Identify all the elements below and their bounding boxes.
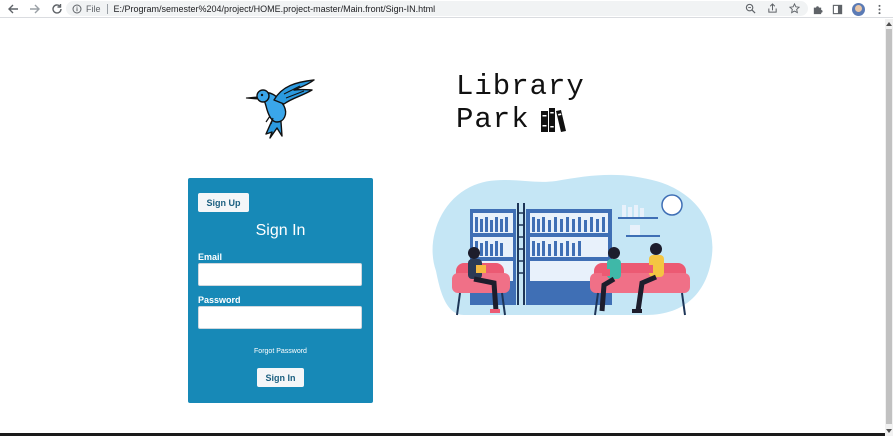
- browser-toolbar: File E:/Program/semester%204/project/HOM…: [0, 0, 893, 18]
- email-field[interactable]: [198, 263, 362, 286]
- vertical-scrollbar[interactable]: [885, 19, 893, 436]
- password-field[interactable]: [198, 306, 362, 329]
- back-button[interactable]: [2, 0, 24, 18]
- brand-line-2: Park: [456, 103, 530, 136]
- signin-title: Sign In: [255, 222, 306, 239]
- library-reading-illustration: [432, 174, 713, 316]
- forgot-password-link[interactable]: Forgot Password: [188, 348, 373, 355]
- reload-icon: [52, 3, 62, 14]
- share-icon[interactable]: [767, 3, 778, 14]
- signin-card: Sign Up Sign In Email Password Forgot Pa…: [188, 178, 373, 403]
- extensions-icon[interactable]: [812, 4, 823, 15]
- email-label: Email: [198, 252, 223, 262]
- scroll-thumb[interactable]: [886, 29, 892, 424]
- star-icon[interactable]: [789, 3, 800, 14]
- url-text[interactable]: E:/Program/semester%204/project/HOME.pro…: [114, 4, 436, 14]
- forward-arrow-icon: [30, 4, 40, 13]
- divider: [106, 3, 108, 14]
- menu-dots-icon[interactable]: [874, 4, 885, 15]
- books-icon: [540, 107, 566, 132]
- info-icon[interactable]: [72, 4, 82, 14]
- url-scheme-label: File: [86, 3, 101, 14]
- scroll-down-arrow-icon[interactable]: [886, 428, 892, 434]
- password-label: Password: [198, 295, 241, 305]
- brand-line-1: Library: [456, 70, 585, 103]
- scroll-up-arrow-icon[interactable]: [886, 21, 892, 27]
- back-arrow-icon: [8, 4, 18, 13]
- signup-button[interactable]: Sign Up: [198, 193, 249, 212]
- signin-button[interactable]: Sign In: [257, 368, 304, 387]
- reload-button[interactable]: [46, 0, 68, 18]
- address-bar[interactable]: File E:/Program/semester%204/project/HOM…: [66, 1, 808, 16]
- side-panel-icon[interactable]: [832, 4, 843, 15]
- brand-title: Library Park: [456, 70, 585, 136]
- hummingbird-icon: [245, 79, 315, 139]
- avatar[interactable]: [852, 2, 865, 16]
- zoom-icon[interactable]: [745, 3, 756, 14]
- forward-button[interactable]: [24, 0, 46, 18]
